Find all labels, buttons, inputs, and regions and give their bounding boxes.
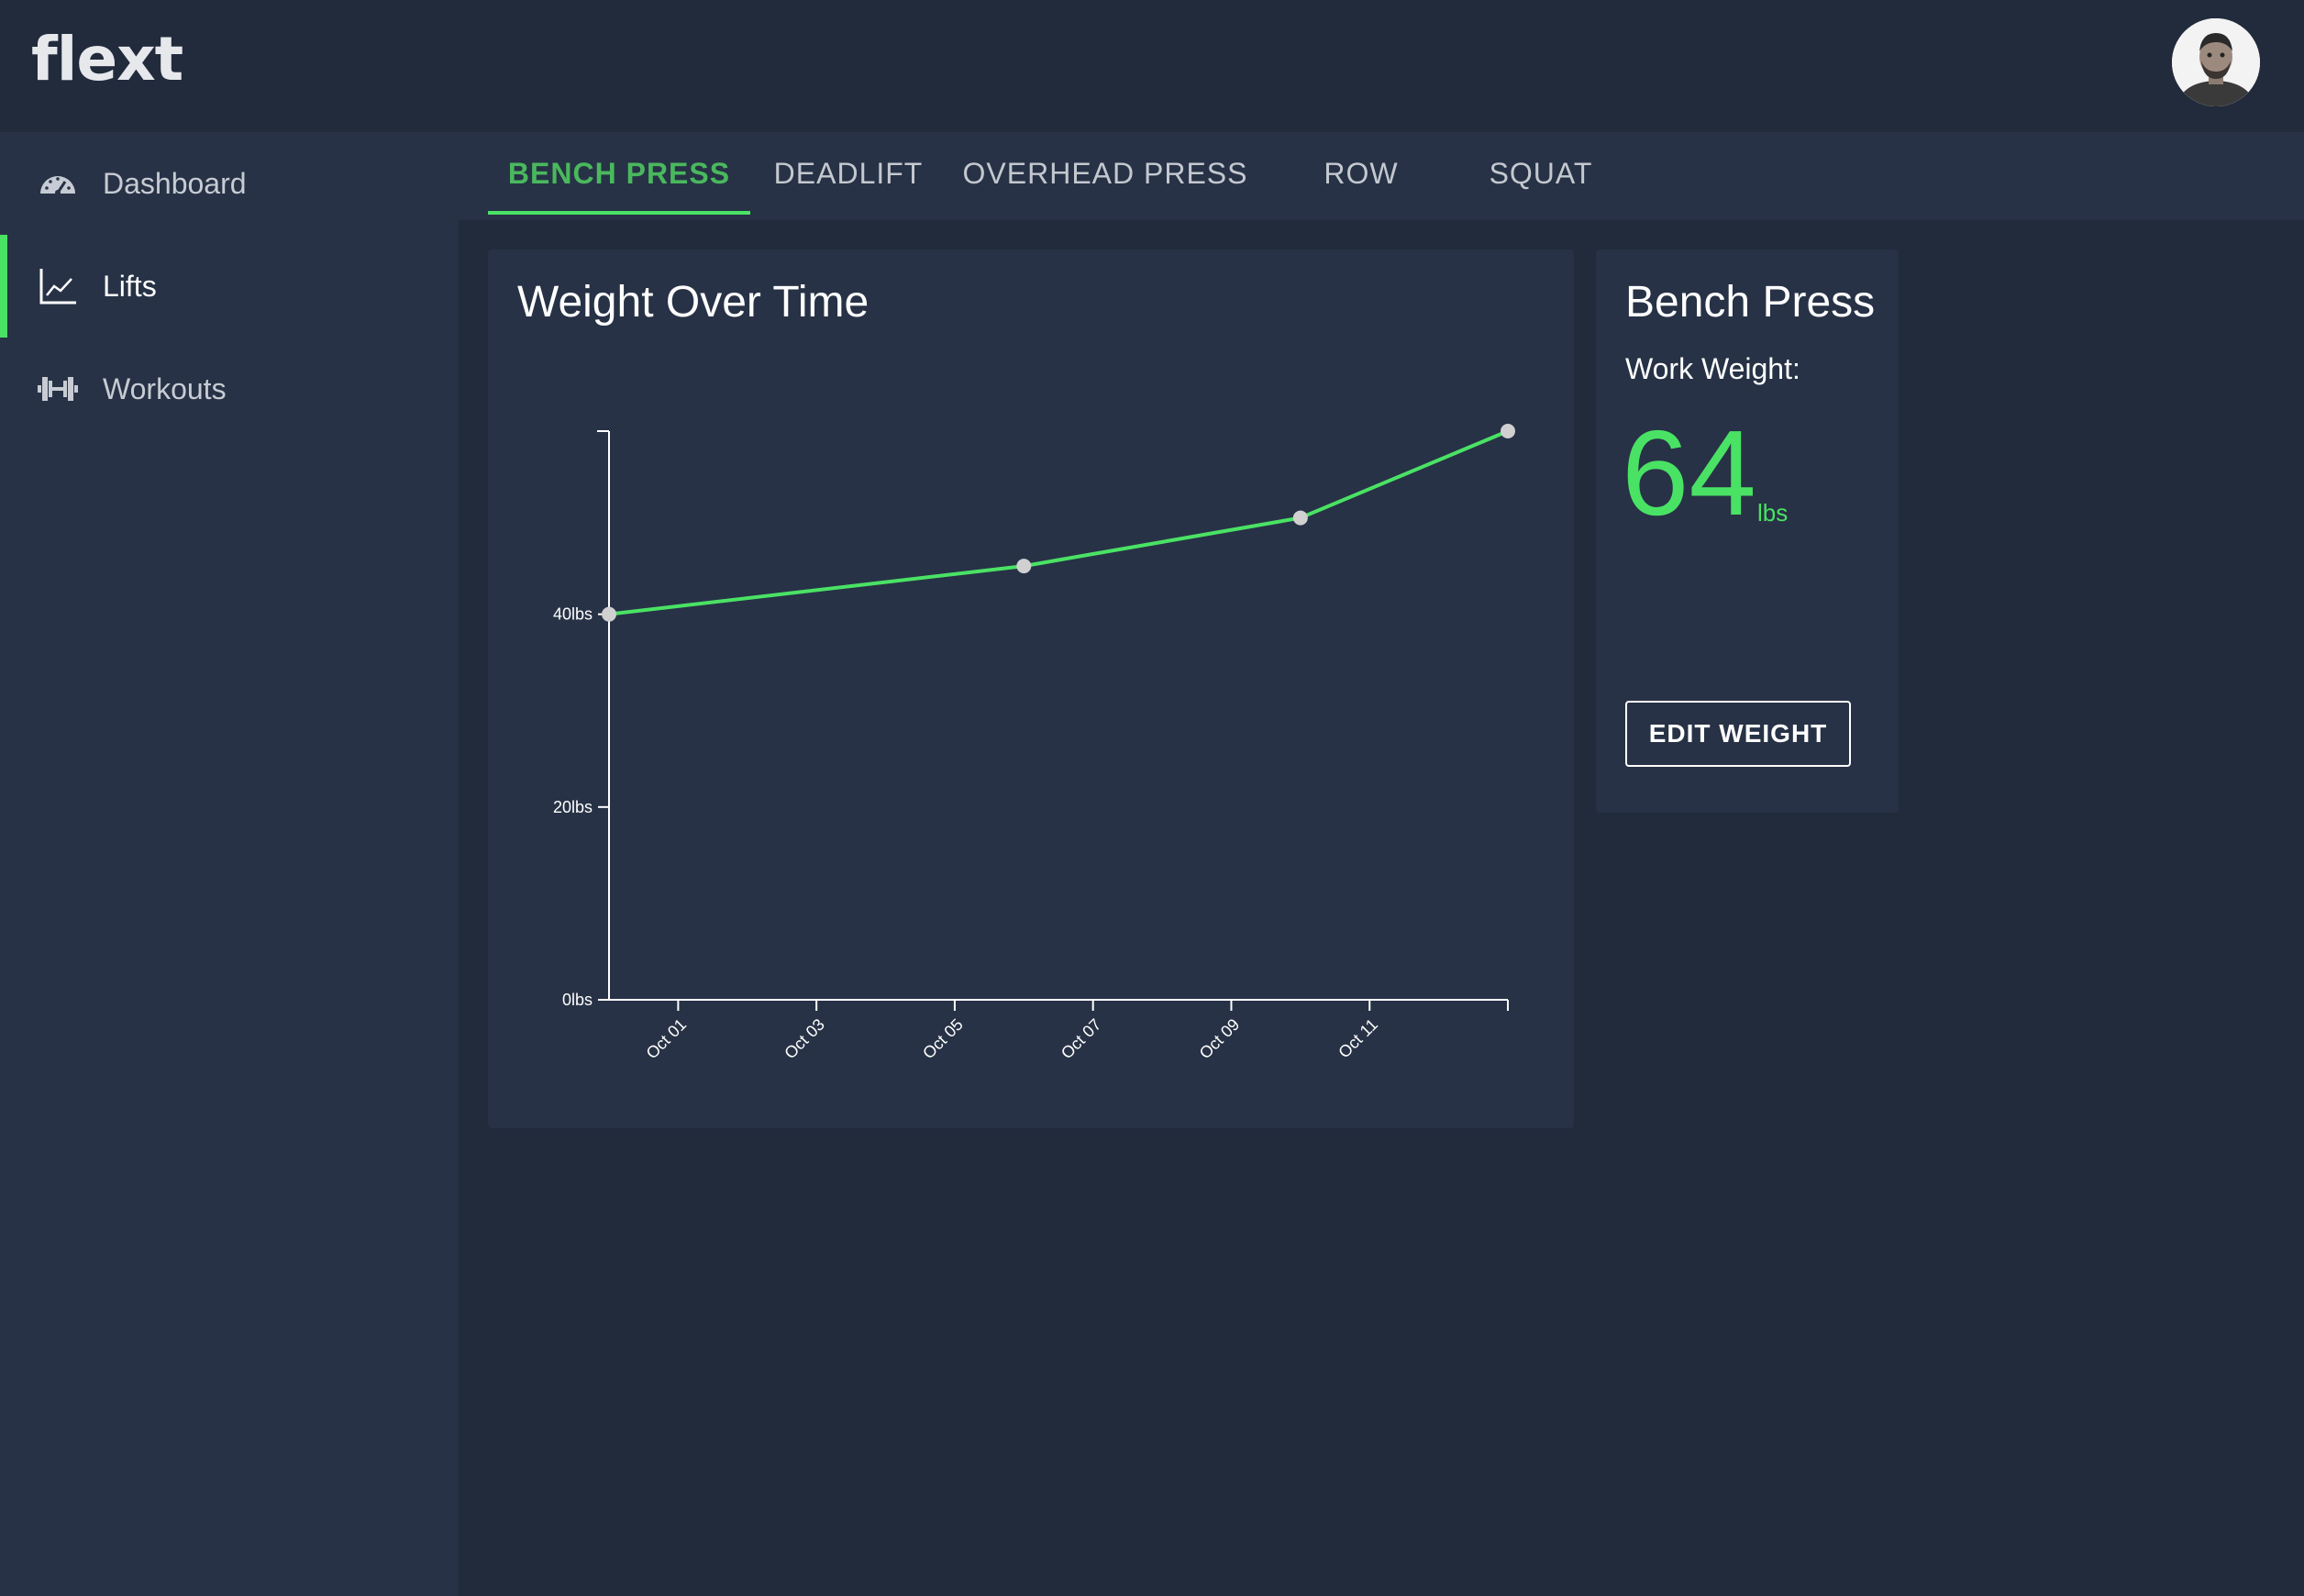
- data-point: [1292, 510, 1308, 526]
- speedometer-icon: [40, 176, 75, 195]
- tab-deadlift[interactable]: DEADLIFT: [754, 132, 943, 215]
- avatar-image: [2172, 18, 2260, 106]
- dumbbell-icon: [38, 377, 78, 401]
- x-tick-label: Oct 09: [1196, 1015, 1244, 1063]
- x-tick-label: Oct 05: [919, 1015, 967, 1063]
- weight-unit: lbs: [1757, 499, 1789, 526]
- active-tab-underline: [488, 211, 750, 215]
- data-point: [1016, 559, 1032, 574]
- sidebar-item-label: Workouts: [103, 371, 227, 405]
- weight-over-time-chart: 0lbs 20lbs 40lbs Oct 01 Oct 03 Oct 05 Oct 07 Oc…: [553, 424, 1515, 1063]
- sidebar-item-label: Dashboard: [103, 166, 247, 200]
- line-chart-icon: [39, 269, 76, 305]
- tab-squat[interactable]: SQUAT: [1449, 132, 1633, 215]
- x-tick-label: Oct 07: [1058, 1015, 1105, 1063]
- work-weight-label: Work Weight:: [1625, 352, 1800, 385]
- tab-row[interactable]: ROW: [1280, 132, 1442, 215]
- active-indicator: [0, 235, 7, 338]
- user-avatar[interactable]: [2172, 18, 2260, 106]
- sidebar-item-lifts[interactable]: Lifts: [0, 235, 459, 338]
- x-tick-label: Oct 01: [643, 1015, 691, 1063]
- chart-card: Weight Over Time 0lbs 20lbs 40lbs Oct 01 Oct…: [488, 249, 1574, 1128]
- lift-tabs: BENCH PRESS DEADLIFT OVERHEAD PRESS ROW …: [459, 132, 2304, 220]
- y-tick-label: 20lbs: [553, 798, 593, 816]
- series-line: [608, 429, 1509, 616]
- app-logo[interactable]: flext: [31, 24, 183, 94]
- edit-weight-button[interactable]: EDIT WEIGHT: [1625, 701, 1851, 767]
- sidebar-item-dashboard[interactable]: Dashboard: [0, 132, 459, 235]
- lift-name: Bench Press: [1625, 278, 1876, 327]
- y-tick-label: 0lbs: [562, 991, 593, 1009]
- sidebar: Dashboard Lifts Workouts: [0, 132, 459, 1596]
- work-weight-value: 64: [1622, 405, 1756, 540]
- data-point: [602, 606, 616, 622]
- tab-bench-press[interactable]: BENCH PRESS: [488, 132, 750, 215]
- tab-overhead-press[interactable]: OVERHEAD PRESS: [961, 132, 1249, 215]
- y-tick-label: 40lbs: [553, 605, 593, 624]
- top-app-bar: flext: [0, 0, 2304, 132]
- sidebar-item-workouts[interactable]: Workouts: [0, 338, 459, 440]
- lift-info-card: Bench Press Work Weight: 64 lbs EDIT WEI…: [1596, 249, 1899, 813]
- data-point: [1501, 424, 1515, 438]
- x-tick-label: Oct 03: [781, 1015, 828, 1063]
- sidebar-item-label: Lifts: [103, 269, 157, 303]
- x-tick-label: Oct 11: [1335, 1015, 1381, 1062]
